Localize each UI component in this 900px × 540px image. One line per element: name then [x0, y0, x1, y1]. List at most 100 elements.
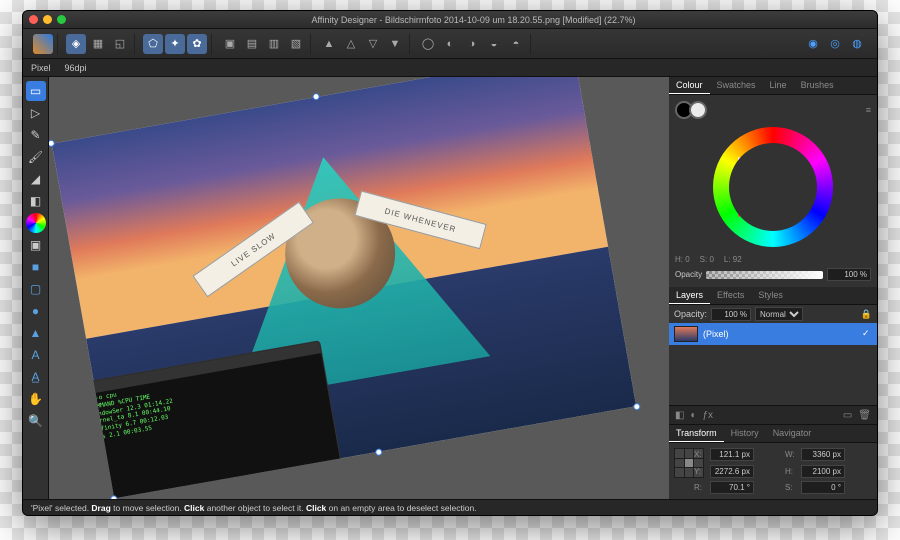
shape-star-button[interactable]: ✦	[165, 34, 185, 54]
selection-handle[interactable]	[633, 403, 641, 411]
adjustment-icon[interactable]: ◐	[690, 410, 696, 421]
bool-subtract-button[interactable]: ◐	[440, 34, 460, 54]
colour-triangle[interactable]	[738, 157, 808, 217]
y-input[interactable]: 2272.6 px	[710, 465, 754, 478]
align-left-button[interactable]: ▣	[220, 34, 240, 54]
transform-panel: X: 121.1 px W: 3360 px Y: 2272.6 px H: 2…	[669, 443, 877, 499]
sat-readout: S: 0	[700, 255, 714, 264]
hand-tool[interactable]: ✋	[26, 389, 46, 409]
s-label: S:	[785, 483, 797, 492]
distribute-button[interactable]: ▧	[286, 34, 306, 54]
fill-tool[interactable]: ◢	[26, 169, 46, 189]
w-input[interactable]: 3360 px	[801, 448, 845, 461]
main-area: ▭ ▷ ✎ 🖌 ◢ ◧ ▣ ■ ▢ ● ▲ A A̲ ✋ 🔍	[23, 77, 877, 499]
tools-panel: ▭ ▷ ✎ 🖌 ◢ ◧ ▣ ■ ▢ ● ▲ A A̲ ✋ 🔍	[23, 77, 49, 499]
arrange-front-button[interactable]: ▲	[319, 34, 339, 54]
tab-layers[interactable]: Layers	[669, 287, 710, 304]
tab-line[interactable]: Line	[763, 77, 794, 94]
w-label: W:	[785, 450, 797, 459]
align-center-button[interactable]: ▤	[242, 34, 262, 54]
shape-tri-tool[interactable]: ▲	[26, 323, 46, 343]
arrange-back-button[interactable]: ▼	[385, 34, 405, 54]
x-input[interactable]: 121.1 px	[710, 448, 754, 461]
right-panels: Colour Swatches Line Brushes ≡ H: 0 S: 0	[669, 77, 877, 499]
toolbar: ◈ ▦ ◱ ⬠ ✦ ✿ ▣ ▤ ▥ ▧ ▲ △ ▽ ▼ ◯ ◐ ◑ ◒ ◓	[23, 29, 877, 59]
shape-cog-button[interactable]: ✿	[187, 34, 207, 54]
zoom-window-button[interactable]	[57, 15, 66, 24]
layer-row[interactable]: (Pixel)	[669, 323, 877, 345]
vector-tool[interactable]: A̲	[26, 367, 46, 387]
minimize-window-button[interactable]	[43, 15, 52, 24]
h-label: H:	[785, 467, 797, 476]
context-toolbar: Pixel 96dpi	[23, 59, 877, 77]
close-window-button[interactable]	[29, 15, 38, 24]
fx-icon[interactable]: ƒx	[703, 410, 714, 421]
lum-readout: L: 92	[724, 255, 742, 264]
crop-tool[interactable]: ▣	[26, 235, 46, 255]
assistant-button[interactable]: ◍	[847, 34, 867, 54]
hue-readout: H: 0	[675, 255, 690, 264]
colour-tool[interactable]	[26, 213, 46, 233]
move-tool[interactable]: ▭	[26, 81, 46, 101]
tab-colour[interactable]: Colour	[669, 77, 710, 94]
snapping-button[interactable]: ◉	[803, 34, 823, 54]
gradient-tool[interactable]: ◧	[26, 191, 46, 211]
tab-brushes[interactable]: Brushes	[794, 77, 841, 94]
lock-icon[interactable]: 🔒	[861, 309, 872, 320]
draw-persona-button[interactable]: ◈	[66, 34, 86, 54]
opacity-value[interactable]: 100 %	[827, 268, 871, 281]
tab-transform[interactable]: Transform	[669, 425, 724, 442]
tab-navigator[interactable]: Navigator	[766, 425, 819, 442]
arrange-forward-button[interactable]: △	[341, 34, 361, 54]
bool-xor-button[interactable]: ◒	[484, 34, 504, 54]
export-persona-button[interactable]: ◱	[110, 34, 130, 54]
layer-visible-checkbox[interactable]	[861, 329, 872, 340]
shape-rect-tool[interactable]: ■	[26, 257, 46, 277]
status-bar: 'Pixel' selected. Drag to move selection…	[23, 499, 877, 515]
bool-add-button[interactable]: ◯	[418, 34, 438, 54]
shape-ellipse-tool[interactable]: ●	[26, 301, 46, 321]
tab-swatches[interactable]: Swatches	[710, 77, 763, 94]
logo-icon	[33, 34, 53, 54]
delete-layer-icon[interactable]: 🗑	[858, 410, 871, 421]
pixel-persona-button[interactable]: ▦	[88, 34, 108, 54]
opacity-slider[interactable]	[706, 271, 823, 279]
fill-swatch[interactable]	[689, 101, 707, 119]
artwork: LIVE SLOW DIE WHENEVER $ top -o cpuPID C…	[52, 77, 636, 498]
bool-divide-button[interactable]: ◓	[506, 34, 526, 54]
y-label: Y:	[694, 467, 706, 476]
layer-actions: ◧ ◐ ƒx ▭ 🗑	[669, 405, 877, 425]
brush-tool[interactable]: 🖌	[26, 147, 46, 167]
opacity-label: Opacity	[675, 270, 702, 279]
selection-handle[interactable]	[375, 448, 383, 456]
unit-label[interactable]: Pixel	[31, 63, 51, 73]
shape-round-tool[interactable]: ▢	[26, 279, 46, 299]
tab-effects[interactable]: Effects	[710, 287, 751, 304]
colour-wheel[interactable]	[713, 127, 833, 247]
document[interactable]: LIVE SLOW DIE WHENEVER $ top -o cpuPID C…	[52, 77, 636, 498]
arrange-backward-button[interactable]: ▽	[363, 34, 383, 54]
zoom-tool[interactable]: 🔍	[26, 411, 46, 431]
node-tool[interactable]: ▷	[26, 103, 46, 123]
window-controls	[29, 15, 66, 24]
s-input[interactable]: 0 °	[801, 481, 845, 494]
tab-history[interactable]: History	[724, 425, 766, 442]
text-tool[interactable]: A	[26, 345, 46, 365]
h-input[interactable]: 2100 px	[801, 465, 845, 478]
canvas[interactable]: LIVE SLOW DIE WHENEVER $ top -o cpuPID C…	[49, 77, 669, 499]
persona-switcher: ◈ ▦ ◱	[62, 34, 135, 54]
mask-icon[interactable]: ◧	[675, 410, 684, 421]
tab-styles[interactable]: Styles	[751, 287, 790, 304]
shape-pentagon-button[interactable]: ⬠	[143, 34, 163, 54]
layer-opacity-value[interactable]: 100 %	[711, 308, 751, 321]
pen-tool[interactable]: ✎	[26, 125, 46, 145]
colour-menu-icon[interactable]: ≡	[866, 105, 871, 115]
align-right-button[interactable]: ▥	[264, 34, 284, 54]
r-input[interactable]: 70.1 °	[710, 481, 754, 494]
window-title: Affinity Designer - Bildschirmfoto 2014-…	[76, 15, 871, 25]
blend-mode-select[interactable]: Normal	[755, 307, 803, 321]
dpi-label[interactable]: 96dpi	[65, 63, 87, 73]
preview-button[interactable]: ◎	[825, 34, 845, 54]
add-layer-icon[interactable]: ▭	[843, 410, 852, 421]
bool-intersect-button[interactable]: ◑	[462, 34, 482, 54]
